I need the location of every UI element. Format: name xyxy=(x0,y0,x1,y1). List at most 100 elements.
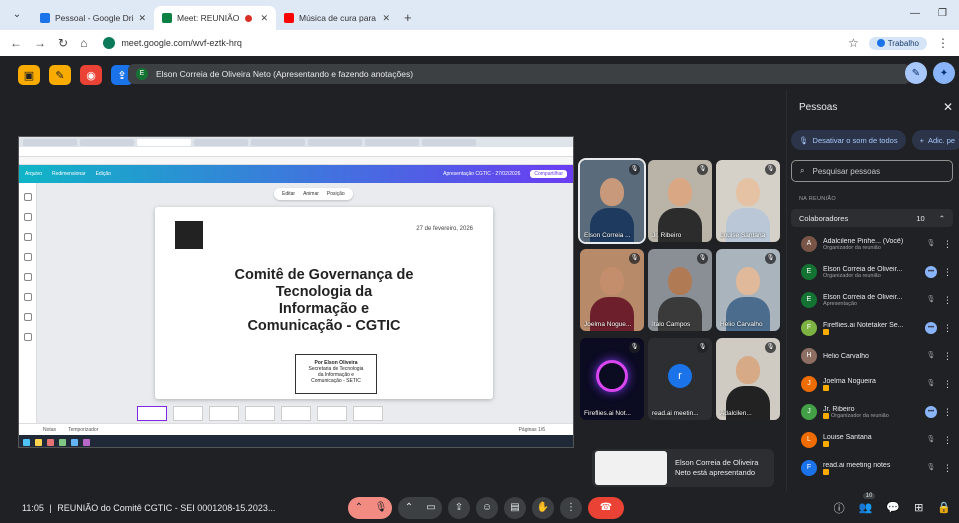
participant-more-icon[interactable]: ⋮ xyxy=(943,239,952,250)
participant-tile[interactable]: 🎙 Adalcilen... xyxy=(716,338,780,420)
participant-row[interactable]: E Elson Correia de Oliveir... Organizador … xyxy=(791,258,953,286)
profile-chip[interactable]: Trabalho xyxy=(868,36,927,50)
mic-off-icon: 🎙 xyxy=(765,164,776,175)
shared-screen: Arquivo Redimensionar Edição Apresentaçã… xyxy=(18,136,574,448)
shared-taskbar xyxy=(19,435,573,447)
rail-icon xyxy=(23,213,32,221)
add-people-button[interactable]: + Adic. pe xyxy=(911,130,959,150)
pen-icon[interactable]: ✎ xyxy=(905,62,927,84)
canva-menu-resize: Redimensionar xyxy=(51,171,86,177)
forward-icon[interactable]: → xyxy=(34,36,46,50)
participant-row[interactable]: E Elson Correia de Oliveir... Apresentação… xyxy=(791,286,953,314)
participant-more-icon[interactable]: ⋮ xyxy=(943,435,952,446)
reload-icon[interactable]: ↻ xyxy=(58,36,68,50)
record-icon[interactable]: ◉ xyxy=(80,65,102,85)
person-head xyxy=(736,356,760,384)
chevron-up-icon[interactable]: ⌃ xyxy=(939,214,945,223)
raise-hand-icon[interactable]: ✋ xyxy=(532,496,554,519)
participant-tile[interactable]: 🎙 Elson Correia ... xyxy=(578,158,646,244)
canva-doc-title: Apresentação CGTIC - 27/02/2026 xyxy=(443,171,521,177)
browser-menu-icon[interactable]: ⋮ xyxy=(937,36,949,50)
person-head xyxy=(600,178,624,206)
presenting-thumbnail xyxy=(595,451,667,485)
participant-more-icon[interactable]: ⋮ xyxy=(943,267,952,278)
gemini-icon[interactable]: ✦ xyxy=(933,62,955,84)
leave-call-icon[interactable]: ☎ xyxy=(588,496,624,519)
participant-tile[interactable]: r 🎙 read.ai meetin... xyxy=(648,338,712,420)
profile-avatar xyxy=(876,39,885,47)
participant-more-icon[interactable]: ⋮ xyxy=(943,407,952,418)
participant-name: Helio Carvalho xyxy=(823,352,869,360)
camera-options-icon[interactable]: ⌃ xyxy=(398,496,420,519)
collaborators-group[interactable]: Colaboradores 10 ⌃ xyxy=(791,209,953,227)
participant-row[interactable]: H Helio Carvalho 🎙 ⋮ xyxy=(791,342,953,370)
participant-tile[interactable]: 🎙 Fireflies.ai Not... xyxy=(580,338,644,420)
tab-title: Pessoal - Google Drive xyxy=(55,13,133,23)
people-icon[interactable]: 👥 10 xyxy=(859,493,876,514)
presenting-card[interactable]: Elson Correia de Oliveira Neto está apre… xyxy=(592,449,774,487)
participant-row[interactable]: L Louise Santana 🎙 ⋮ xyxy=(791,426,953,454)
rail-icon xyxy=(23,193,32,201)
chat-icon[interactable]: 💬 xyxy=(886,501,900,514)
participant-row[interactable]: J Jr. Ribeiro Organizador da reunião ••• ⋮ xyxy=(791,398,953,426)
participant-name: Adalcilen... xyxy=(720,410,752,417)
participant-more-icon[interactable]: ⋮ xyxy=(943,463,952,474)
close-icon[interactable]: ✕ xyxy=(943,100,953,114)
participant-name: Ítalo Campos xyxy=(652,321,691,328)
back-icon[interactable]: ← xyxy=(10,36,22,50)
camera-icon[interactable]: ▭ xyxy=(420,496,442,519)
participant-tile[interactable]: 🎙 Joelma Nogue... xyxy=(580,249,644,331)
browser-tab[interactable]: Pessoal - Google Drive ✕ xyxy=(32,6,154,30)
participant-row[interactable]: A Adalcilene Pinhe... (Você) Organizador d… xyxy=(791,230,953,258)
participant-row[interactable]: Fread.ai meeting notes 🎙 ⋮ xyxy=(791,454,953,482)
pages-label: Páginas 1/6 xyxy=(518,426,545,433)
participant-row[interactable]: F Fireflies.ai Notetaker Se... ••• ⋮ xyxy=(791,314,953,342)
present-icon[interactable]: ⇪ xyxy=(448,496,470,519)
participant-tile[interactable]: 🎙 Louise Santana xyxy=(716,160,780,242)
participant-tile[interactable]: 🎙 Helio Carvalho xyxy=(716,249,780,331)
restore-icon[interactable]: ❐ xyxy=(938,8,947,19)
browser-tab-bar: ⌄ Pessoal - Google Drive✕Meet: REUNIÃO d… xyxy=(0,0,959,30)
mute-all-button[interactable]: 🎙 Desativar o som de todos xyxy=(791,130,906,150)
emoji-icon[interactable]: ☺ xyxy=(476,496,498,519)
tab-close-icon[interactable]: ✕ xyxy=(138,13,146,24)
search-people-input[interactable]: ⌕ Pesquisar pessoas xyxy=(791,160,953,182)
tab-search-icon[interactable]: ⌄ xyxy=(8,6,26,24)
participant-more-icon[interactable]: ⋮ xyxy=(943,295,952,306)
mic-off-icon: 🎙 xyxy=(697,342,708,353)
browser-tab[interactable]: Meet: REUNIÃO do Comitê ✕ xyxy=(154,6,276,30)
participant-tile[interactable]: 🎙 Ítalo Campos xyxy=(648,249,712,331)
participant-more-icon[interactable]: ⋮ xyxy=(943,323,952,334)
rail-icon xyxy=(23,273,32,281)
annotate-icon[interactable]: ✎ xyxy=(49,65,71,85)
tab-close-icon[interactable]: ✕ xyxy=(382,13,390,24)
participant-name: Adalcilene Pinhe... (Você) xyxy=(823,237,904,245)
tab-close-icon[interactable]: ✕ xyxy=(260,13,268,24)
site-info-icon[interactable] xyxy=(103,37,116,49)
shared-tab xyxy=(194,138,248,146)
home-icon[interactable]: ⌂ xyxy=(80,36,87,50)
participant-row[interactable]: J Joelma Nogueira 🎙 ⋮ xyxy=(791,370,953,398)
slide-thumb xyxy=(173,405,203,421)
browser-tab[interactable]: Música de cura para o coração ✕ xyxy=(276,6,398,30)
info-icon[interactable]: ⓘ xyxy=(834,500,845,516)
mic-off-icon[interactable]: 🎙 xyxy=(370,496,392,519)
participant-more-icon[interactable]: ⋮ xyxy=(943,379,952,390)
more-options-icon[interactable]: ⋮ xyxy=(560,496,582,519)
participant-tile[interactable]: 🎙 Jr. Ribeiro xyxy=(648,160,712,242)
activities-icon[interactable]: ⊞ xyxy=(914,501,923,514)
new-tab-button[interactable]: + xyxy=(404,10,412,25)
lock-icon[interactable]: 🔒 xyxy=(937,501,951,514)
participant-more-icon[interactable]: ⋮ xyxy=(943,351,952,362)
whiteboard-icon[interactable]: ▣ xyxy=(18,65,40,85)
mic-options-icon[interactable]: ⌃ xyxy=(348,496,370,519)
minimize-icon[interactable]: — xyxy=(910,8,920,19)
captions-icon[interactable]: ▤ xyxy=(504,496,526,519)
meet-window: ▣ ✎ ◉ ⇪ E Elson Correia de Oliveira Neto… xyxy=(0,56,959,523)
slide-title-line: Tecnologia da xyxy=(275,284,373,300)
mic-off-icon: 🎙 xyxy=(629,253,640,264)
url-field[interactable]: meet.google.com/wvf-eztk-hrq xyxy=(103,37,242,49)
slide-date: 27 de fevereiro, 2026 xyxy=(416,226,473,232)
participant-role: Apresentação xyxy=(823,300,857,307)
bookmark-star-icon[interactable]: ☆ xyxy=(848,36,859,50)
